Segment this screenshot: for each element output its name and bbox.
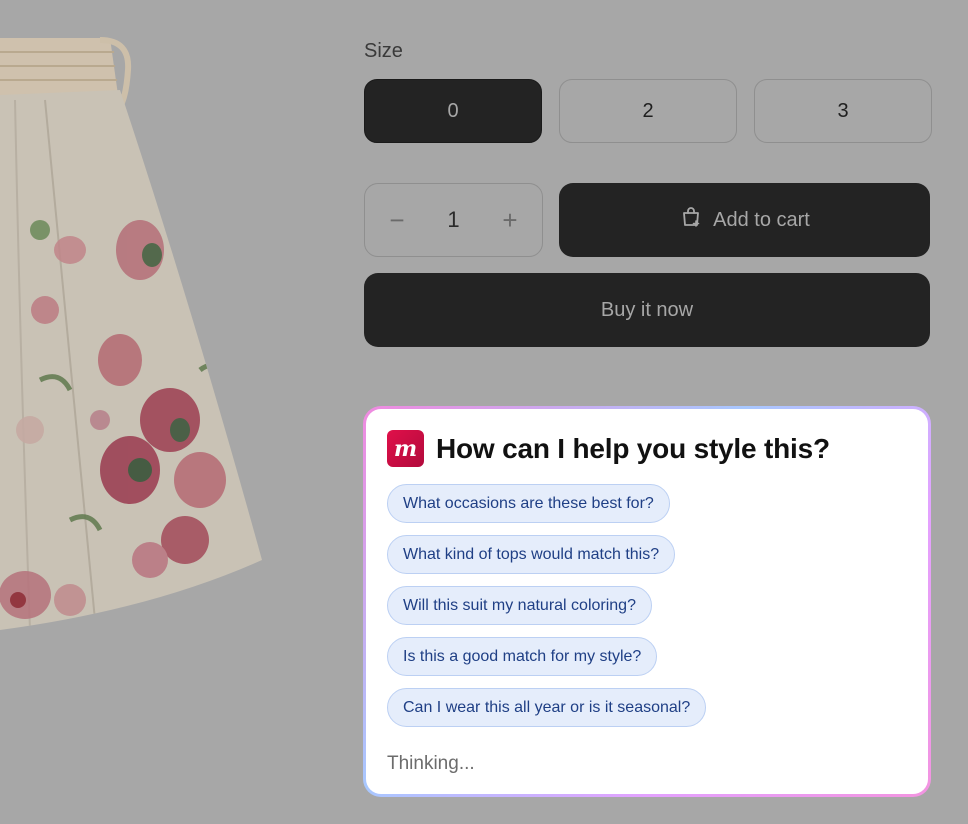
size-option-3[interactable]: 3 [754, 79, 932, 143]
suggestion-chip[interactable]: What kind of tops would match this? [387, 535, 676, 574]
suggestion-chip[interactable]: Can I wear this all year or is it season… [387, 688, 707, 727]
suggestion-chip[interactable]: Is this a good match for my style? [387, 637, 658, 676]
suggestion-chip[interactable]: Will this suit my natural coloring? [387, 586, 652, 625]
suggestion-list: What occasions are these best for? What … [387, 484, 707, 727]
assistant-header: m How can I help you style this? [387, 430, 830, 467]
increase-quantity-button[interactable]: + [498, 205, 522, 236]
suggestion-chip[interactable]: What occasions are these best for? [387, 484, 670, 523]
style-assistant-panel: m How can I help you style this? What oc… [363, 406, 931, 797]
size-label: Size [364, 40, 403, 62]
add-to-cart-button[interactable]: Add to cart [559, 183, 930, 257]
size-option-2[interactable]: 2 [559, 79, 737, 143]
add-to-cart-label: Add to cart [713, 208, 810, 231]
product-page: Size 0 2 3 − 1 + Add to cart Buy it now … [0, 0, 968, 824]
product-image [0, 0, 290, 660]
assistant-status: Thinking... [387, 753, 475, 774]
assistant-title: How can I help you style this? [436, 432, 830, 464]
buy-now-button[interactable]: Buy it now [364, 273, 930, 347]
shopping-bag-plus-icon [679, 205, 703, 235]
style-assistant-content: m How can I help you style this? What oc… [366, 409, 928, 794]
decrease-quantity-button[interactable]: − [385, 205, 409, 236]
size-options: 0 2 3 [364, 79, 932, 143]
quantity-stepper: − 1 + [364, 183, 543, 257]
size-option-0[interactable]: 0 [364, 79, 542, 143]
assistant-logo: m [387, 430, 424, 467]
quantity-value[interactable]: 1 [447, 207, 459, 233]
